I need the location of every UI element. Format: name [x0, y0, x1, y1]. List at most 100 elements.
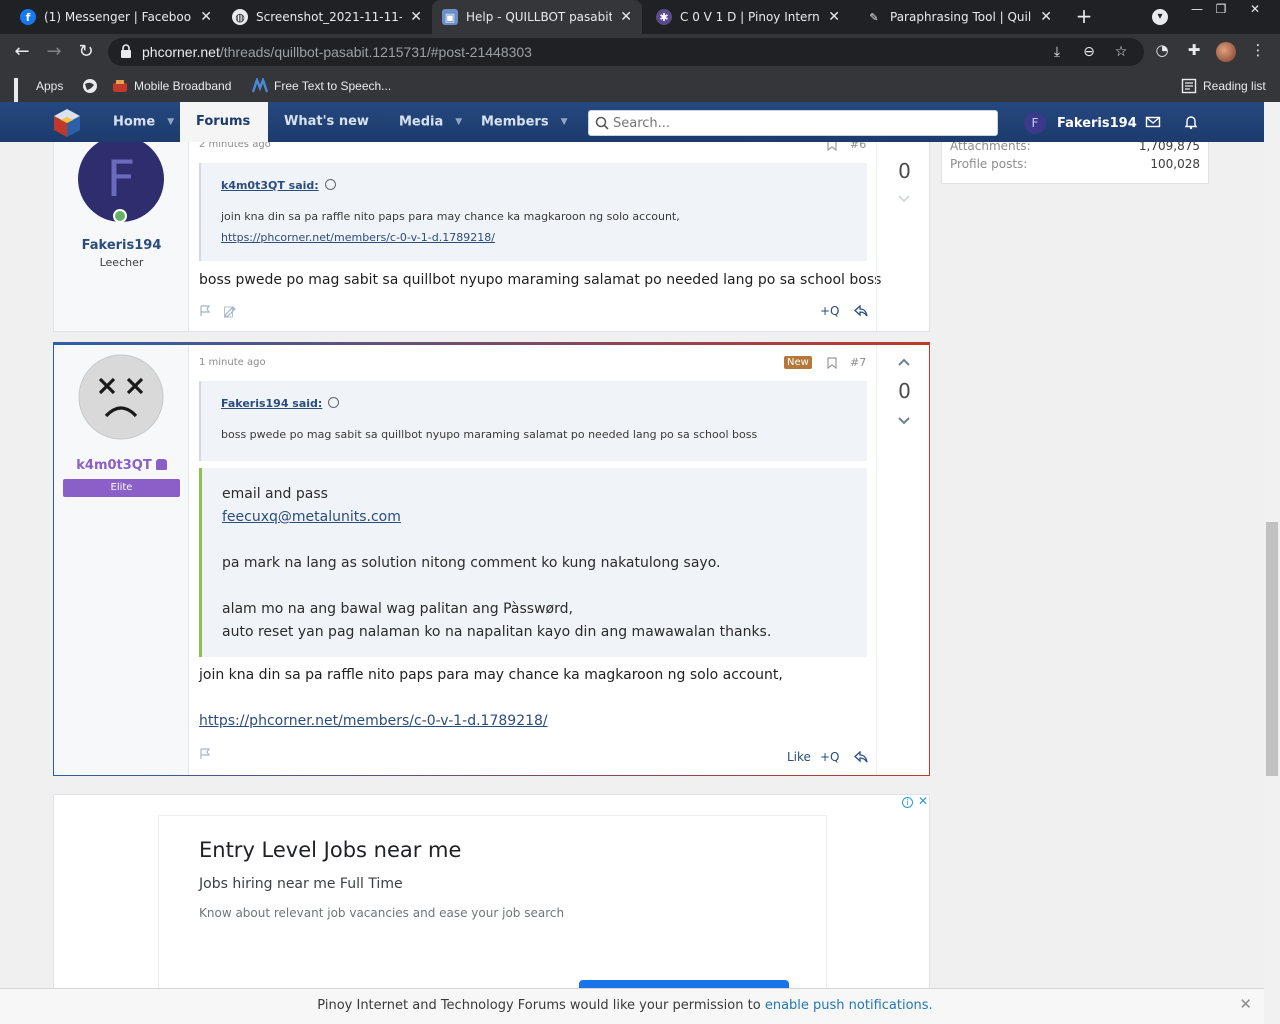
bookmark-text-to-speech[interactable]: Free Text to Speech...: [252, 78, 391, 94]
post-author[interactable]: k4m0t3QT: [54, 458, 189, 473]
quote-text: join kna din sa pa raffle nito paps para…: [221, 210, 680, 223]
site-search: [588, 110, 998, 136]
new-tab-button[interactable]: +: [1073, 5, 1095, 27]
more-menu-icon[interactable]: ⋮: [1248, 40, 1268, 60]
restore-icon[interactable]: ❐: [1206, 0, 1236, 20]
sad-face-avatar[interactable]: [78, 354, 164, 440]
post-number[interactable]: #7: [850, 356, 866, 369]
quote-link[interactable]: https://phcorner.net/members/c-0-v-1-d.1…: [221, 231, 495, 244]
post-number[interactable]: #6: [850, 142, 866, 151]
report-flag-icon[interactable]: [199, 748, 211, 760]
window-close-icon[interactable]: ✕: [1240, 0, 1270, 20]
search-input[interactable]: [613, 114, 983, 132]
address-bar[interactable]: phcorner.net/threads/quillbot-pasabit.12…: [108, 38, 1144, 66]
scrollbar-thumb[interactable]: [1266, 522, 1278, 776]
post-6: F Fakeris194 Leecher 2 minutes ago #6 k4…: [53, 142, 930, 332]
quote-author[interactable]: Fakeris194 said:: [221, 397, 340, 410]
close-icon[interactable]: ✕: [620, 9, 632, 25]
chevron-up-icon[interactable]: [897, 355, 911, 369]
extensions-puzzle-icon[interactable]: ✚: [1184, 40, 1204, 60]
report-flag-icon[interactable]: [199, 305, 211, 317]
tab-quillbot-pasabit[interactable]: ▣ Help - QUILLBOT pasabit | F ✕: [432, 0, 642, 34]
nav-tab-home[interactable]: Home ▼: [97, 102, 180, 142]
install-app-icon[interactable]: ⤓: [1048, 43, 1066, 61]
chevron-down-icon[interactable]: ▼: [561, 102, 568, 142]
bell-icon[interactable]: [1183, 114, 1199, 130]
bookmark-icon[interactable]: [827, 142, 837, 151]
chevron-down-icon[interactable]: ▼: [167, 102, 174, 142]
post-time[interactable]: 2 minutes ago: [199, 142, 271, 150]
profile-avatar[interactable]: [1216, 42, 1236, 62]
arrow-up-circle-icon[interactable]: [324, 179, 336, 190]
reply-icon[interactable]: [854, 751, 868, 763]
arrow-up-circle-icon[interactable]: [328, 397, 340, 408]
user-rank-badge: Elite: [63, 479, 180, 497]
forward-arrow-icon[interactable]: →: [42, 40, 66, 64]
avatar: F: [1024, 112, 1046, 134]
nav-user-menu[interactable]: F Fakeris194: [1024, 112, 1137, 134]
back-arrow-icon[interactable]: ←: [10, 40, 34, 64]
post-author[interactable]: Fakeris194: [54, 238, 189, 253]
quote-author[interactable]: k4m0t3QT said:: [221, 179, 336, 192]
tab-search-icon[interactable]: ▾: [1152, 9, 1168, 25]
quill-icon: ✎: [869, 10, 879, 24]
nav-tab-media[interactable]: Media ▼: [383, 102, 465, 142]
push-message: Pinoy Internet and Technology Forums wou…: [317, 998, 933, 1013]
close-icon[interactable]: ✕: [410, 9, 422, 25]
nav-tab-forums[interactable]: Forums▼: [180, 102, 268, 167]
ad-title[interactable]: Entry Level Jobs near me: [199, 838, 461, 862]
lock-icon: [121, 44, 131, 58]
reading-list-button[interactable]: Reading list: [1181, 78, 1266, 94]
post-message: boss pwede po mag sabit sa quillbot nyup…: [199, 272, 882, 288]
chevron-down-icon[interactable]: ▼: [455, 102, 462, 142]
page-scrollbar[interactable]: [1264, 102, 1280, 1024]
close-icon[interactable]: ✕: [828, 9, 840, 25]
tab-paraphrasing-tool[interactable]: ✎ Paraphrasing Tool | QuillBo ✕: [856, 0, 1062, 34]
reply-icon[interactable]: [854, 305, 868, 317]
tab-screenshot[interactable]: ◍ Screenshot_2021-11-11-20- ✕: [222, 0, 432, 34]
phcorner-logo[interactable]: [52, 108, 82, 138]
bookmark-icon[interactable]: [827, 357, 837, 369]
mobile-broadband-icon: [113, 80, 127, 92]
nav-tab-members[interactable]: Members ▼: [465, 102, 575, 142]
post-body: 1 minute ago New #7 Fakeris194 said: bos…: [190, 345, 876, 776]
post-time[interactable]: 1 minute ago: [199, 357, 266, 368]
tab-messenger[interactable]: f (1) Messenger | Facebook ✕: [10, 0, 222, 34]
tab-title: Paraphrasing Tool | QuillBo: [890, 10, 1032, 24]
star-bookmark-icon[interactable]: ☆: [1112, 43, 1130, 61]
like-button[interactable]: Like: [787, 750, 811, 764]
ad-description: Know about relevant job vacancies and ea…: [199, 906, 565, 920]
tab-covid[interactable]: ✱ C 0 V 1 D | Pinoy Internet a ✕: [646, 0, 850, 34]
bookmarks-bar: Apps Mobile Broadband Free Text to Speec…: [0, 70, 1280, 114]
post-user-panel: k4m0t3QT Elite: [54, 345, 189, 775]
post-link[interactable]: https://phcorner.net/members/c-0-v-1-d.1…: [199, 713, 548, 729]
push-notification-bar: Pinoy Internet and Technology Forums wou…: [0, 988, 1264, 1024]
chevron-down-icon[interactable]: [897, 414, 911, 428]
reload-icon[interactable]: ↻: [74, 40, 98, 64]
solution-line: pa mark na lang as solution nitong comme…: [222, 555, 721, 571]
bookmark-mobile-broadband[interactable]: Mobile Broadband: [112, 78, 231, 94]
chevron-down-icon[interactable]: [897, 192, 911, 206]
quote-reply-button[interactable]: +Q: [820, 304, 840, 318]
browser-tab-bar: f (1) Messenger | Facebook ✕ ◍ Screensho…: [0, 0, 1280, 34]
close-icon[interactable]: ✕: [200, 9, 212, 25]
ad-close-icon[interactable]: ✕: [918, 794, 928, 808]
elite-user-icon: [155, 459, 167, 470]
edit-icon[interactable]: [224, 305, 237, 318]
enable-push-link[interactable]: enable push notifications.: [765, 998, 933, 1013]
vote-count: 0: [898, 379, 911, 403]
envelope-icon[interactable]: [1145, 114, 1161, 130]
bookmark-globe[interactable]: [82, 78, 104, 94]
extension-gauge-icon[interactable]: ◔: [1152, 40, 1172, 60]
bookmark-apps[interactable]: Apps: [14, 78, 63, 114]
close-icon[interactable]: ✕: [1040, 9, 1052, 25]
close-icon[interactable]: ✕: [1239, 995, 1252, 1013]
email-link[interactable]: feecuxq@metalunits.com: [222, 509, 401, 525]
post-7: k4m0t3QT Elite 1 minute ago New #7 Faker…: [53, 342, 930, 776]
quote-reply-button[interactable]: +Q: [820, 750, 840, 764]
zoom-icon[interactable]: ⊖: [1080, 43, 1098, 61]
reading-list-icon: [1181, 78, 1197, 94]
solution-block: email and pass feecuxq@metalunits.com pa…: [199, 468, 867, 657]
nav-tab-whats-new[interactable]: What's new▼: [268, 102, 383, 167]
ad-info-icon[interactable]: i: [902, 797, 913, 808]
